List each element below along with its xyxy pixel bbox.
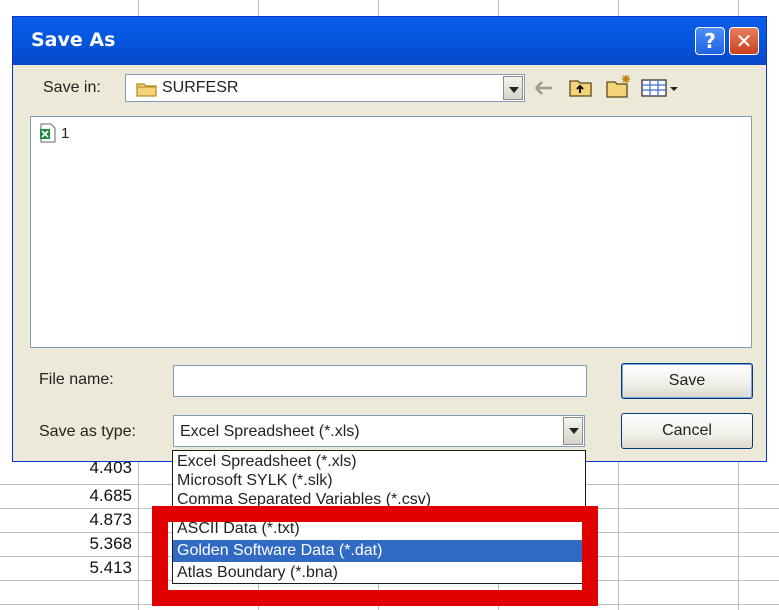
cancel-button[interactable]: Cancel <box>621 413 753 449</box>
cell-value[interactable]: 5.368 <box>58 534 138 554</box>
views-menu-icon[interactable] <box>641 78 681 98</box>
save-in-dropdown[interactable]: SURFESR <box>125 74 525 102</box>
file-list[interactable]: 1 <box>30 116 752 348</box>
close-button[interactable]: ✕ <box>729 27 759 55</box>
file-name-input[interactable] <box>173 365 587 397</box>
excel-file-icon <box>40 123 56 143</box>
save-as-dialog: Save As ? ✕ Save in: SURFESR 1 File name… <box>12 16 767 462</box>
help-button[interactable]: ? <box>695 27 725 55</box>
save-as-type-value: Excel Spreadsheet (*.xls) <box>180 423 360 440</box>
new-folder-icon[interactable] <box>605 73 633 99</box>
chevron-down-icon[interactable] <box>563 417 583 445</box>
file-name-label: File name: <box>39 371 114 388</box>
title-bar[interactable]: Save As ? ✕ <box>13 17 766 65</box>
folder-icon <box>136 83 157 97</box>
chevron-down-icon[interactable] <box>503 76 523 100</box>
save-in-label: Save in: <box>43 79 101 96</box>
save-in-value: SURFESR <box>162 79 239 96</box>
highlight-box <box>152 506 598 606</box>
save-as-type-label: Save as type: <box>39 423 136 440</box>
data-column: 4.403 4.685 4.873 5.368 5.413 <box>38 458 138 610</box>
cell-value[interactable]: 5.413 <box>58 558 138 578</box>
cell-value[interactable]: 4.873 <box>58 510 138 530</box>
save-as-type-dropdown[interactable]: Excel Spreadsheet (*.xls) <box>173 415 585 447</box>
dialog-title: Save As <box>31 29 116 51</box>
back-arrow-icon[interactable] <box>533 78 555 98</box>
cell-value[interactable]: 4.685 <box>58 486 138 506</box>
file-item[interactable]: 1 <box>39 123 69 143</box>
save-button[interactable]: Save <box>621 363 753 399</box>
file-item-name: 1 <box>61 124 70 142</box>
up-folder-icon[interactable] <box>569 78 593 98</box>
